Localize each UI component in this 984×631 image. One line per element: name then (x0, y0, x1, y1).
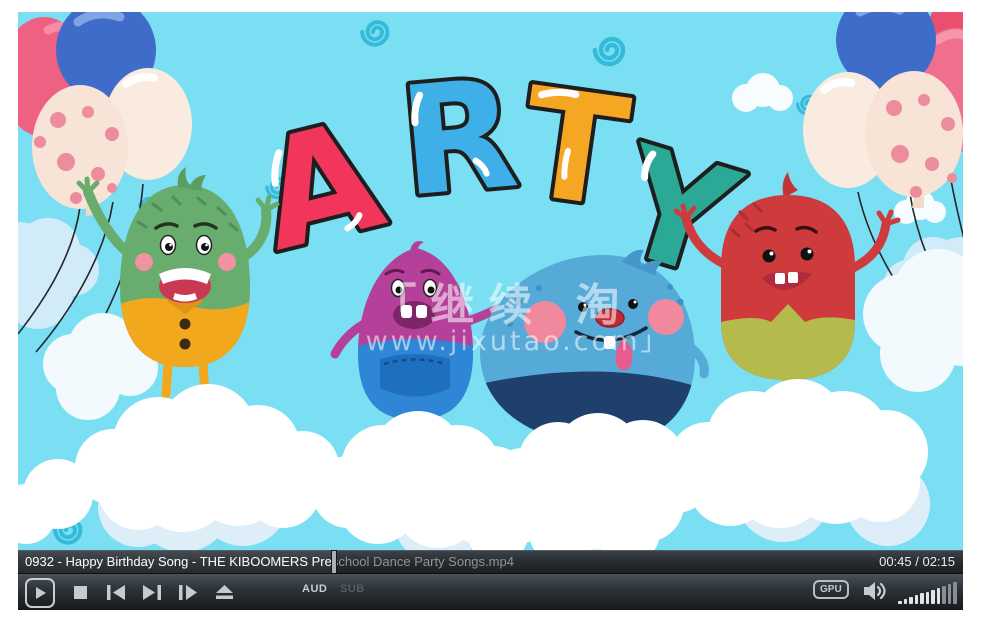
audio-track-label[interactable]: AUD (302, 583, 327, 595)
volume-bar (937, 588, 941, 604)
control-toolbar: AUD SUB GPU (18, 573, 963, 610)
volume-bar (953, 582, 957, 604)
volume-bar (931, 590, 935, 604)
speaker-mute-button[interactable] (863, 580, 887, 607)
media-player-window: A R T Y (18, 12, 963, 610)
volume-bar (926, 592, 930, 605)
eject-icon (216, 585, 233, 599)
volume-bar (948, 584, 952, 604)
seekbar-played-clip: 0932 - Happy Birthday Song - THE KIBOOME… (18, 551, 334, 573)
play-button[interactable] (25, 578, 55, 608)
volume-bar (909, 597, 913, 604)
speaker-icon (863, 589, 887, 606)
watermark-line1: 「继续 淘 (372, 280, 633, 331)
play-icon (33, 586, 47, 600)
letter-r: R (393, 47, 523, 230)
stop-icon (74, 586, 87, 599)
subtitle-track-label[interactable]: SUB (340, 583, 365, 595)
video-area[interactable]: A R T Y (18, 12, 963, 550)
skip-previous-icon (107, 585, 125, 600)
stop-button[interactable] (66, 578, 94, 606)
eject-button[interactable] (210, 578, 238, 606)
frame-step-button[interactable] (174, 578, 202, 606)
seekbar[interactable]: 0932 - Happy Birthday Song - THE KIBOOME… (18, 550, 963, 573)
volume-bar (898, 601, 902, 604)
skip-next-icon (143, 585, 161, 600)
previous-button[interactable] (102, 578, 130, 606)
watermark: 「继续 淘 www.jixutao.com」 (366, 280, 671, 357)
time-display: 00:45 / 02:15 (879, 551, 955, 573)
frame-step-icon (179, 585, 197, 600)
volume-bar (915, 595, 919, 604)
gpu-badge: GPU (813, 580, 849, 599)
watermark-line2: www.jixutao.com」 (366, 326, 671, 357)
filename-text-played: 0932 - Happy Birthday Song - THE KIBOOME… (25, 551, 334, 573)
volume-bar (942, 586, 946, 604)
volume-bar (920, 593, 924, 604)
video-frame: A R T Y (18, 12, 963, 550)
next-button[interactable] (138, 578, 166, 606)
volume-indicator[interactable] (898, 578, 960, 604)
seekbar-playhead[interactable] (332, 551, 336, 573)
volume-bar (904, 599, 908, 604)
